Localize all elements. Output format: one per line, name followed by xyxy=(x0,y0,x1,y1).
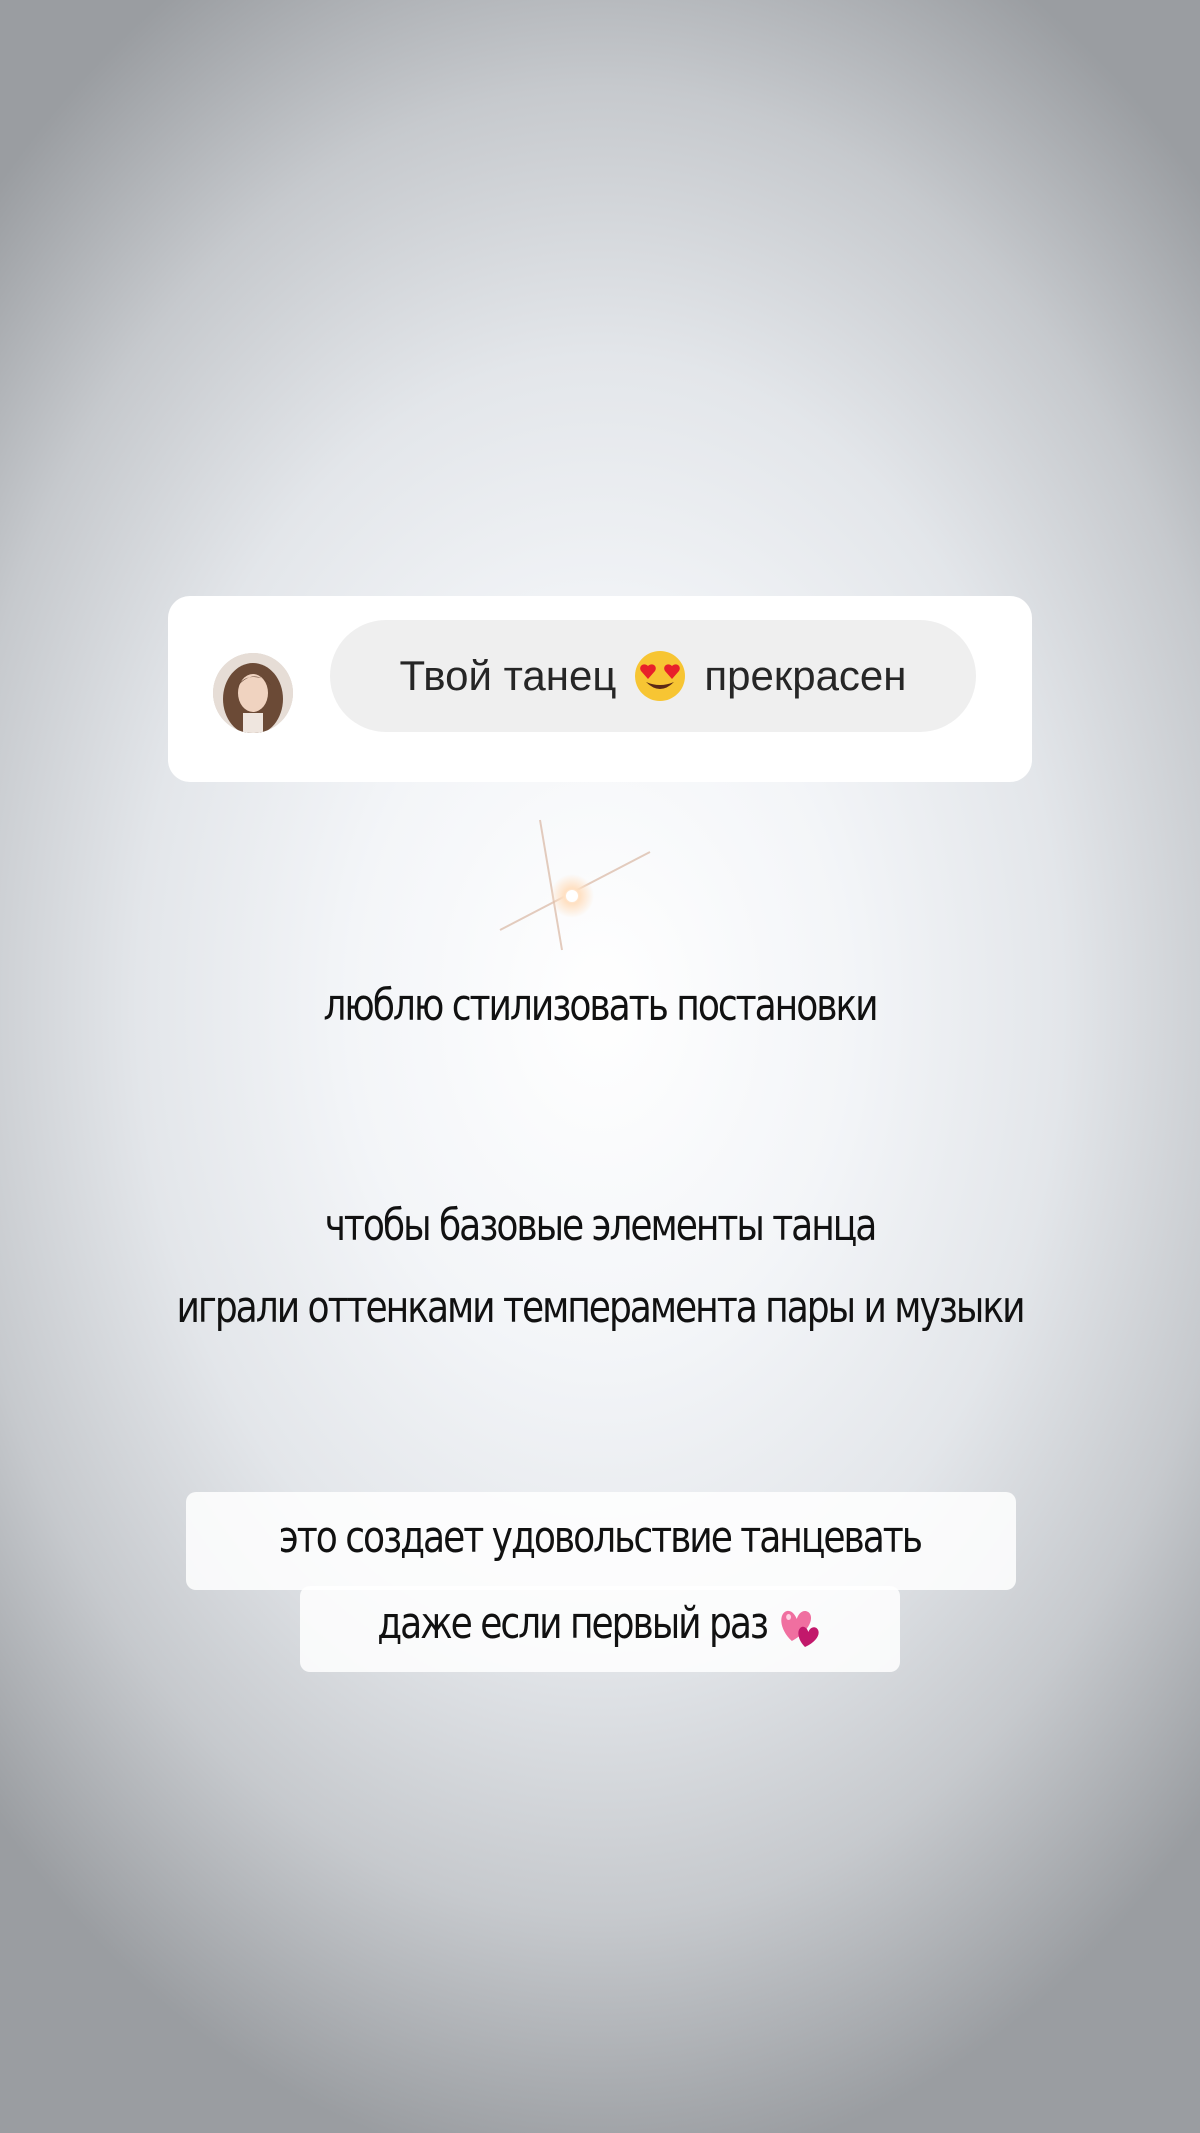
highlight-text-2: даже если первый раз xyxy=(377,1598,769,1649)
reply-text-start: Твой танец xyxy=(399,652,617,699)
reply-message-bubble: Твой танец прекрасен xyxy=(330,620,976,732)
caption-line-2: чтобы базовые элементы танца xyxy=(324,1200,878,1251)
heart-eyes-emoji-icon xyxy=(634,650,686,702)
reply-text-end: прекрасен xyxy=(704,652,907,699)
caption-line-3: играли оттенками темперамента пары и муз… xyxy=(176,1282,1026,1333)
highlight-line-1: это создает удовольствие танцевать xyxy=(108,1512,1092,1563)
sparkle-icon xyxy=(480,810,660,960)
highlight-line-2: даже если первый раз xyxy=(108,1598,1092,1651)
caption-line-1: люблю стилизовать постановки xyxy=(323,980,878,1031)
story-canvas: Твой танец прекрасен люблю стилизовать п… xyxy=(0,0,1200,2133)
quoted-reply-card[interactable]: Твой танец прекрасен xyxy=(168,596,1032,782)
highlight-text-1: это создает удовольствие танцевать xyxy=(279,1512,923,1563)
two-hearts-icon xyxy=(775,1601,823,1651)
avatar[interactable] xyxy=(213,653,293,733)
